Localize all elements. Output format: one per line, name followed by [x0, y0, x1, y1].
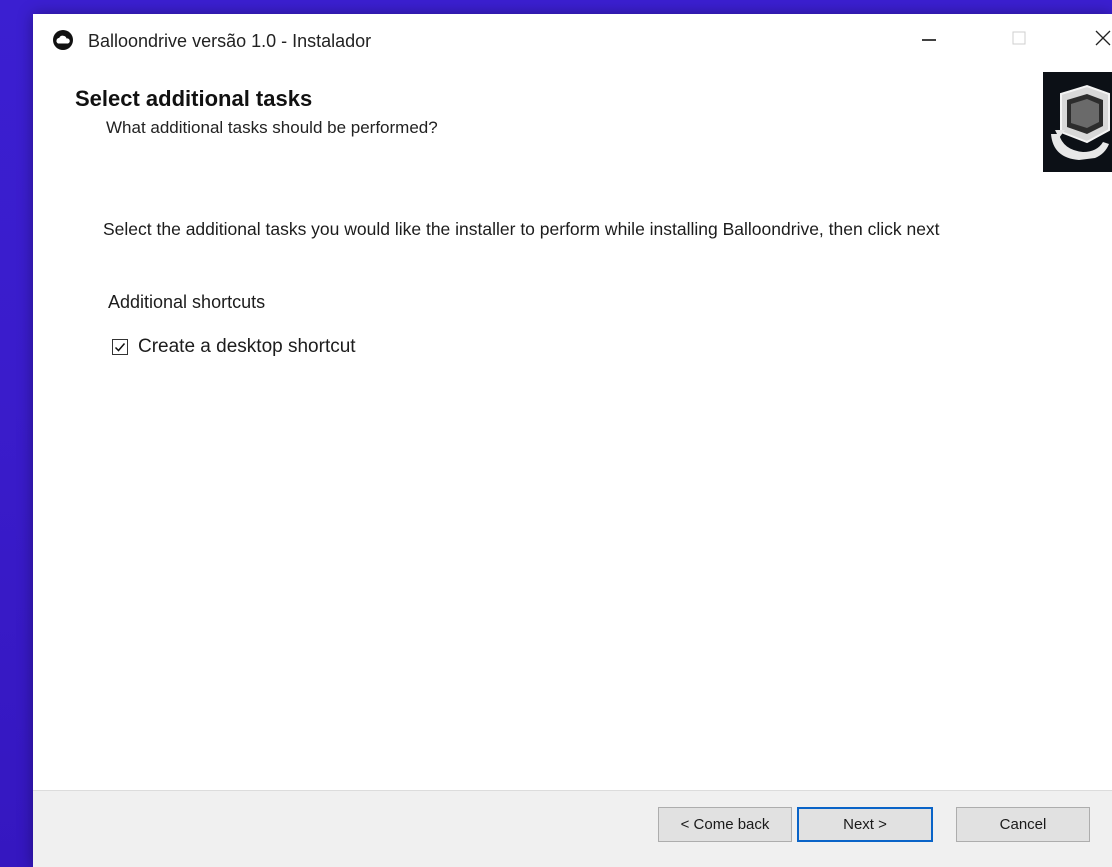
- page-subtitle: What additional tasks should be performe…: [106, 118, 438, 137]
- desktop-shortcut-label: Create a desktop shortcut: [138, 336, 356, 357]
- minimize-icon: [922, 31, 936, 50]
- cloud-icon: [52, 29, 74, 51]
- maximize-button[interactable]: [983, 14, 1055, 66]
- installer-computer-icon: [1043, 72, 1112, 172]
- desktop-shortcut-checkbox[interactable]: [112, 339, 128, 355]
- close-icon: [1095, 30, 1111, 51]
- next-button[interactable]: Next >: [797, 807, 933, 842]
- additional-shortcuts-label: Additional shortcuts: [108, 292, 266, 312]
- installer-window: Balloondrive versão 1.0 - Instalador Sel…: [33, 14, 1112, 867]
- page-title: Select additional tasks: [75, 86, 313, 111]
- window-title: Balloondrive versão 1.0 - Instalador: [88, 31, 372, 51]
- checkmark-icon: [114, 343, 126, 352]
- instructions-text: Select the additional tasks you would li…: [103, 219, 940, 239]
- minimize-button[interactable]: [893, 14, 965, 66]
- button-bar: [33, 790, 1112, 867]
- task-desktop-shortcut[interactable]: Create a desktop shortcut: [112, 332, 356, 362]
- cancel-button[interactable]: Cancel: [956, 807, 1090, 842]
- maximize-icon: [1012, 31, 1026, 50]
- title-bar[interactable]: Balloondrive versão 1.0 - Instalador: [33, 14, 1112, 72]
- back-button[interactable]: < Come back: [658, 807, 792, 842]
- close-button[interactable]: [1073, 14, 1112, 66]
